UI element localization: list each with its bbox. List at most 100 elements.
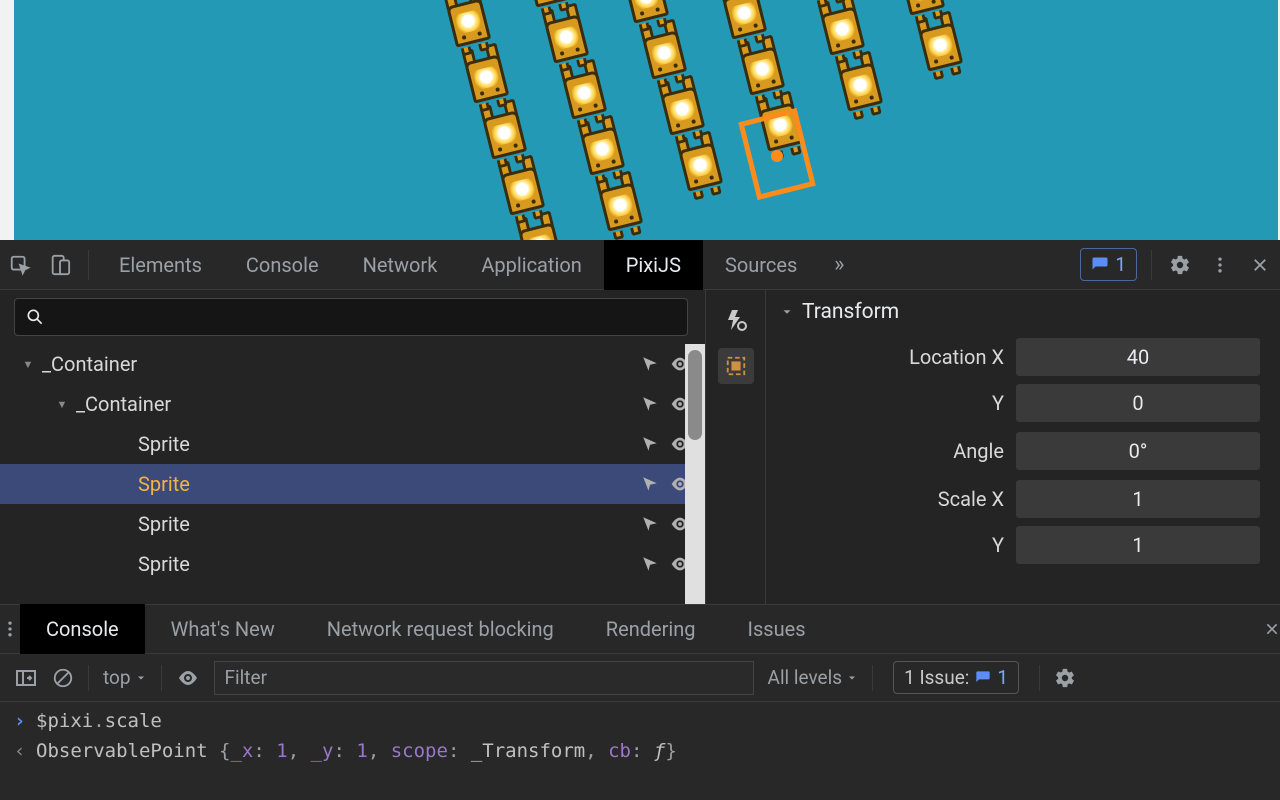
console-filter-input[interactable]: Filter: [214, 661, 754, 695]
clear-console-icon[interactable]: [52, 667, 74, 689]
tree-item-label: Sprite: [138, 432, 190, 456]
input-location-y[interactable]: 0: [1016, 384, 1260, 422]
transform-section-header[interactable]: Transform: [780, 300, 1260, 324]
drawer-tab-rendering[interactable]: Rendering: [580, 604, 722, 654]
tree-item-label: _Container: [42, 352, 137, 376]
code-token: cb: [608, 740, 631, 762]
drawer-menu-icon[interactable]: [0, 619, 20, 639]
locate-icon[interactable]: [641, 355, 659, 373]
search-icon: [25, 307, 45, 327]
locate-icon[interactable]: [641, 435, 659, 453]
tree-caret-icon[interactable]: ▼: [20, 356, 36, 372]
bounds-tool-icon[interactable]: [718, 348, 754, 384]
tree-container-row[interactable]: ▼ _Container: [0, 344, 705, 384]
input-scale-y[interactable]: 1: [1016, 526, 1260, 564]
scrollbar-thumb[interactable]: [688, 350, 702, 440]
inspect-element-icon[interactable]: [0, 240, 40, 290]
pixijs-tree-pane: ▼ _Container ▼ _Container Sprite Sprite Sprite…: [0, 290, 706, 604]
tree-item-label: Sprite: [138, 512, 190, 536]
scrollbar[interactable]: [685, 344, 705, 604]
tab-elements[interactable]: Elements: [97, 240, 224, 290]
drawer-tab-console[interactable]: Console: [20, 604, 145, 654]
tree-caret-icon: [116, 556, 132, 572]
code-token: :: [631, 740, 654, 762]
pixijs-panel: ▼ _Container ▼ _Container Sprite Sprite Sprite…: [0, 290, 1280, 604]
tree-caret-icon: [116, 516, 132, 532]
game-canvas[interactable]: [14, 0, 1278, 240]
prop-label-location-x: Location X: [780, 345, 1004, 369]
code-token: scale: [105, 710, 162, 732]
page-viewport: [0, 0, 1280, 240]
prop-label-scale-x: Scale X: [780, 487, 1004, 511]
code-token: ObservablePoint: [36, 740, 208, 762]
locate-icon[interactable]: [641, 515, 659, 533]
drawer-tab-whatsnew[interactable]: What's New: [145, 604, 301, 654]
close-drawer-icon[interactable]: [1264, 621, 1280, 637]
issues-badge[interactable]: 1: [1080, 248, 1137, 281]
code-token: :: [253, 740, 276, 762]
input-angle[interactable]: 0°: [1016, 432, 1260, 470]
scene-tree[interactable]: ▼ _Container ▼ _Container Sprite Sprite Sprite…: [0, 344, 705, 604]
console-sidebar-toggle-icon[interactable]: [14, 666, 38, 690]
devtools-panel: Elements Console Network Application Pix…: [0, 240, 1280, 800]
live-expression-icon[interactable]: [176, 666, 200, 690]
code-token: ,: [368, 740, 391, 762]
code-token: 1: [276, 740, 287, 762]
tree-caret-icon: [116, 436, 132, 452]
console-output[interactable]: › $pixi.scale ‹ ObservablePoint {_x: 1, …: [0, 702, 1280, 770]
search-input[interactable]: [14, 298, 688, 336]
log-levels-dropdown[interactable]: All levels: [768, 666, 859, 689]
divider: [161, 665, 162, 691]
tree-sprite-row[interactable]: Sprite: [0, 424, 705, 464]
execution-context-value: top: [103, 666, 131, 689]
tab-application[interactable]: Application: [459, 240, 603, 290]
console-issues-badge[interactable]: 1 Issue: 1: [893, 661, 1019, 694]
input-location-x[interactable]: 40: [1016, 338, 1260, 376]
log-levels-value: All levels: [768, 666, 843, 689]
input-scale-x[interactable]: 1: [1016, 480, 1260, 518]
tab-console[interactable]: Console: [224, 240, 341, 290]
kebab-menu-icon[interactable]: [1200, 240, 1240, 290]
tree-container-row[interactable]: ▼ _Container: [0, 384, 705, 424]
console-settings-icon[interactable]: [1054, 667, 1076, 689]
prop-label-angle: Angle: [780, 439, 1004, 463]
code-token: ,: [585, 740, 608, 762]
console-result-line: ‹ ObservablePoint {_x: 1, _y: 1, scope: …: [0, 736, 1280, 766]
settings-icon[interactable]: [1160, 240, 1200, 290]
code-token: _y: [311, 740, 334, 762]
search-row: [0, 290, 705, 344]
tree-caret-icon[interactable]: ▼: [54, 396, 70, 412]
section-title: Transform: [802, 300, 899, 324]
code-token: scope: [391, 740, 448, 762]
tab-sources[interactable]: Sources: [703, 240, 819, 290]
execution-context-dropdown[interactable]: top: [103, 666, 147, 689]
drawer-tab-network-blocking[interactable]: Network request blocking: [301, 604, 580, 654]
close-devtools-icon[interactable]: [1240, 240, 1280, 290]
tree-sprite-row[interactable]: Sprite: [0, 544, 705, 584]
code-token: .: [93, 710, 104, 732]
tab-pixijs[interactable]: PixiJS: [604, 240, 703, 290]
tree-caret-icon: [116, 476, 132, 492]
tree-item-label: Sprite: [138, 552, 190, 576]
device-toolbar-icon[interactable]: [40, 240, 80, 290]
code-token: 1: [356, 740, 367, 762]
code-token: }: [665, 740, 676, 762]
locate-icon[interactable]: [641, 555, 659, 573]
devtools-main-tabbar: Elements Console Network Application Pix…: [0, 240, 1280, 290]
locate-icon[interactable]: [641, 475, 659, 493]
more-tabs-icon[interactable]: »: [819, 240, 859, 290]
code-token: ƒ: [654, 740, 665, 762]
chevron-down-icon: [846, 672, 858, 684]
issues-count: 1: [1115, 253, 1126, 276]
tree-sprite-row[interactable]: Sprite: [0, 504, 705, 544]
tab-network[interactable]: Network: [341, 240, 460, 290]
tree-item-label: _Container: [76, 392, 171, 416]
game-sprite[interactable]: [811, 0, 872, 63]
code-token: ,: [288, 740, 311, 762]
highlight-tool-icon[interactable]: [718, 302, 754, 338]
locate-icon[interactable]: [641, 395, 659, 413]
tree-sprite-row[interactable]: Sprite: [0, 464, 705, 504]
issues-label: 1 Issue:: [904, 666, 969, 689]
drawer-tab-issues[interactable]: Issues: [722, 604, 832, 654]
chevron-down-icon: [135, 672, 147, 684]
